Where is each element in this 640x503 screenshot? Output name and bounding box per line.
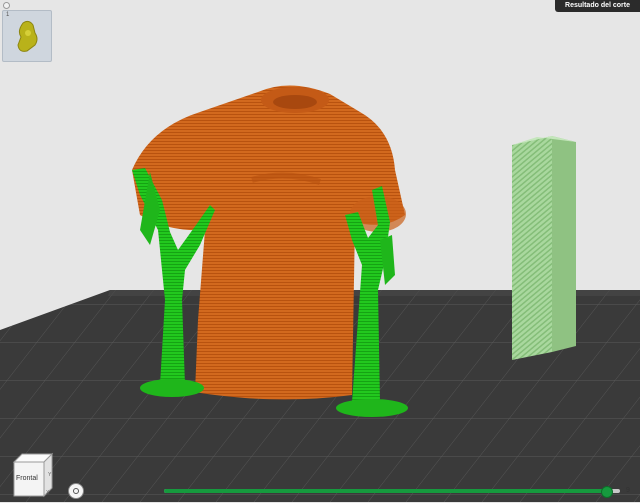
object-thumbnail[interactable]: 1 [2, 10, 52, 62]
top-left-indicator [3, 2, 10, 9]
model-thumbnail-icon [17, 20, 38, 52]
view-cube-face-label: Frontal [16, 475, 38, 482]
thumbnail-index: 1 [6, 12, 10, 18]
layer-slider[interactable] [164, 486, 620, 498]
3d-viewport[interactable] [0, 0, 640, 502]
wipe-tower [512, 136, 576, 360]
layer-number: 9 [626, 487, 630, 494]
axis-x-label: X [46, 490, 50, 496]
slice-result-tab[interactable]: Resultado del corte [555, 0, 640, 12]
axis-y-label: Y [48, 472, 52, 478]
camera-reset-icon[interactable] [68, 483, 84, 499]
layer-slider-fill [164, 489, 607, 493]
